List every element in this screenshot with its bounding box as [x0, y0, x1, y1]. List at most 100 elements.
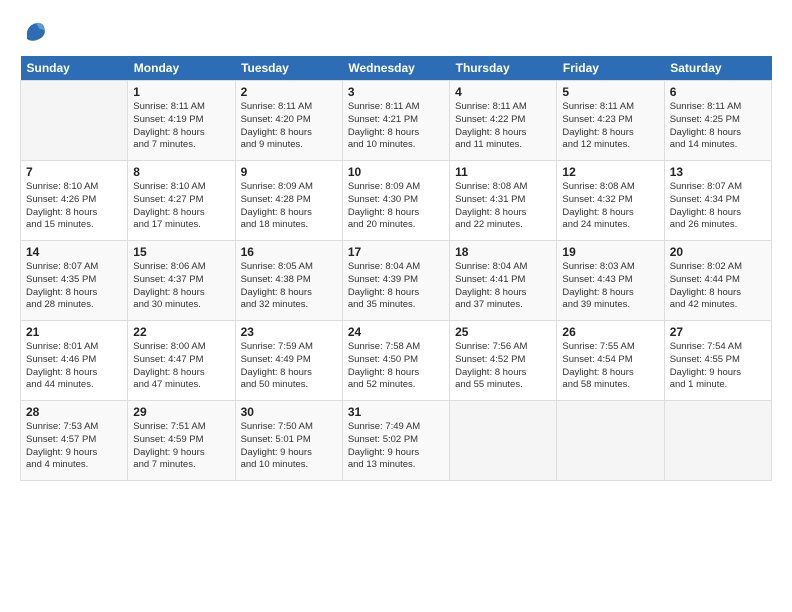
day-number: 14 [26, 245, 122, 259]
day-cell: 17Sunrise: 8:04 AMSunset: 4:39 PMDayligh… [342, 241, 449, 321]
week-row-2: 7Sunrise: 8:10 AMSunset: 4:26 PMDaylight… [21, 161, 772, 241]
logo-icon [20, 18, 48, 46]
day-number: 12 [562, 165, 658, 179]
logo [20, 18, 52, 46]
day-cell: 9Sunrise: 8:09 AMSunset: 4:28 PMDaylight… [235, 161, 342, 241]
day-cell [557, 401, 664, 481]
day-info: Sunrise: 8:06 AMSunset: 4:37 PMDaylight:… [133, 261, 229, 312]
day-cell: 18 Sunrise: 8:04 AMSunset: 4:41 PMDayligh… [450, 241, 557, 321]
day-number: 16 [241, 245, 337, 259]
day-number: 5 [562, 85, 658, 99]
day-cell: 24 Sunrise: 7:58 AMSunset: 4:50 PMDayligh… [342, 321, 449, 401]
day-number: 27 [670, 325, 766, 339]
day-cell: 6 Sunrise: 8:11 AMSunset: 4:25 PMDaylight… [664, 81, 771, 161]
day-number: 8 [133, 165, 229, 179]
day-info: Sunrise: 8:09 AMSunset: 4:28 PMDaylight:… [241, 181, 337, 232]
day-info: Sunrise: 8:04 AMSunset: 4:39 PMDaylight:… [348, 261, 444, 312]
day-cell: 30Sunrise: 7:50 AMSunset: 5:01 PMDayligh… [235, 401, 342, 481]
day-info: Sunrise: 7:49 AMSunset: 5:02 PMDaylight:… [348, 421, 444, 472]
day-number: 30 [241, 405, 337, 419]
day-info: Sunrise: 7:54 AMSunset: 4:55 PMDaylight:… [670, 341, 766, 392]
day-number: 20 [670, 245, 766, 259]
day-cell: 2 Sunrise: 8:11 AMSunset: 4:20 PMDaylight… [235, 81, 342, 161]
day-number: 4 [455, 85, 551, 99]
day-info: Sunrise: 7:55 AMSunset: 4:54 PMDaylight:… [562, 341, 658, 392]
day-cell: 29 Sunrise: 7:51 AMSunset: 4:59 PMDayligh… [128, 401, 235, 481]
day-info: Sunrise: 8:08 AMSunset: 4:32 PMDaylight:… [562, 181, 658, 232]
day-cell [450, 401, 557, 481]
day-number: 25 [455, 325, 551, 339]
day-cell: 8 Sunrise: 8:10 AMSunset: 4:27 PMDaylight… [128, 161, 235, 241]
weekday-header-friday: Friday [557, 56, 664, 81]
page: SundayMondayTuesdayWednesdayThursdayFrid… [0, 0, 792, 612]
day-number: 10 [348, 165, 444, 179]
day-cell: 31 Sunrise: 7:49 AMSunset: 5:02 PMDayligh… [342, 401, 449, 481]
day-info: Sunrise: 8:09 AMSunset: 4:30 PMDaylight:… [348, 181, 444, 232]
day-info: Sunrise: 7:59 AMSunset: 4:49 PMDaylight:… [241, 341, 337, 392]
day-info: Sunrise: 8:11 AMSunset: 4:19 PMDaylight:… [133, 101, 229, 152]
week-row-3: 14Sunrise: 8:07 AMSunset: 4:35 PMDayligh… [21, 241, 772, 321]
weekday-header-tuesday: Tuesday [235, 56, 342, 81]
weekday-header-saturday: Saturday [664, 56, 771, 81]
day-info: Sunrise: 8:07 AMSunset: 4:34 PMDaylight:… [670, 181, 766, 232]
day-cell: 1Sunrise: 8:11 AMSunset: 4:19 PMDaylight… [128, 81, 235, 161]
day-number: 11 [455, 165, 551, 179]
weekday-header-monday: Monday [128, 56, 235, 81]
weekday-header-row: SundayMondayTuesdayWednesdayThursdayFrid… [21, 56, 772, 81]
week-row-5: 28 Sunrise: 7:53 AMSunset: 4:57 PMDayligh… [21, 401, 772, 481]
day-info: Sunrise: 7:58 AMSunset: 4:50 PMDaylight:… [348, 341, 444, 392]
day-cell [664, 401, 771, 481]
day-number: 2 [241, 85, 337, 99]
day-info: Sunrise: 8:11 AMSunset: 4:20 PMDaylight:… [241, 101, 337, 152]
day-cell: 10 Sunrise: 8:09 AMSunset: 4:30 PMDayligh… [342, 161, 449, 241]
day-info: Sunrise: 8:11 AMSunset: 4:22 PMDaylight:… [455, 101, 551, 152]
day-number: 18 [455, 245, 551, 259]
day-cell: 28 Sunrise: 7:53 AMSunset: 4:57 PMDayligh… [21, 401, 128, 481]
day-cell: 20 Sunrise: 8:02 AMSunset: 4:44 PMDayligh… [664, 241, 771, 321]
day-cell: 27 Sunrise: 7:54 AMSunset: 4:55 PMDayligh… [664, 321, 771, 401]
day-info: Sunrise: 8:10 AMSunset: 4:26 PMDaylight:… [26, 181, 122, 232]
week-row-4: 21Sunrise: 8:01 AMSunset: 4:46 PMDayligh… [21, 321, 772, 401]
day-cell: 25 Sunrise: 7:56 AMSunset: 4:52 PMDayligh… [450, 321, 557, 401]
day-cell: 4 Sunrise: 8:11 AMSunset: 4:22 PMDaylight… [450, 81, 557, 161]
day-cell: 13Sunrise: 8:07 AMSunset: 4:34 PMDayligh… [664, 161, 771, 241]
day-number: 15 [133, 245, 229, 259]
day-number: 24 [348, 325, 444, 339]
weekday-header-sunday: Sunday [21, 56, 128, 81]
day-number: 19 [562, 245, 658, 259]
day-info: Sunrise: 8:03 AMSunset: 4:43 PMDaylight:… [562, 261, 658, 312]
day-cell: 11 Sunrise: 8:08 AMSunset: 4:31 PMDayligh… [450, 161, 557, 241]
day-cell: 12 Sunrise: 8:08 AMSunset: 4:32 PMDayligh… [557, 161, 664, 241]
calendar-table: SundayMondayTuesdayWednesdayThursdayFrid… [20, 56, 772, 481]
day-cell: 22 Sunrise: 8:00 AMSunset: 4:47 PMDayligh… [128, 321, 235, 401]
day-info: Sunrise: 8:05 AMSunset: 4:38 PMDaylight:… [241, 261, 337, 312]
day-info: Sunrise: 8:04 AMSunset: 4:41 PMDaylight:… [455, 261, 551, 312]
day-cell: 15 Sunrise: 8:06 AMSunset: 4:37 PMDayligh… [128, 241, 235, 321]
day-info: Sunrise: 8:02 AMSunset: 4:44 PMDaylight:… [670, 261, 766, 312]
day-info: Sunrise: 7:53 AMSunset: 4:57 PMDaylight:… [26, 421, 122, 472]
day-number: 6 [670, 85, 766, 99]
weekday-header-thursday: Thursday [450, 56, 557, 81]
day-info: Sunrise: 8:00 AMSunset: 4:47 PMDaylight:… [133, 341, 229, 392]
header [20, 18, 772, 46]
day-number: 31 [348, 405, 444, 419]
weekday-header-wednesday: Wednesday [342, 56, 449, 81]
day-cell: 21Sunrise: 8:01 AMSunset: 4:46 PMDayligh… [21, 321, 128, 401]
day-number: 22 [133, 325, 229, 339]
day-cell: 5Sunrise: 8:11 AMSunset: 4:23 PMDaylight… [557, 81, 664, 161]
day-number: 23 [241, 325, 337, 339]
day-number: 29 [133, 405, 229, 419]
day-info: Sunrise: 7:56 AMSunset: 4:52 PMDaylight:… [455, 341, 551, 392]
day-cell: 23 Sunrise: 7:59 AMSunset: 4:49 PMDayligh… [235, 321, 342, 401]
day-number: 21 [26, 325, 122, 339]
day-cell: 16 Sunrise: 8:05 AMSunset: 4:38 PMDayligh… [235, 241, 342, 321]
day-info: Sunrise: 7:51 AMSunset: 4:59 PMDaylight:… [133, 421, 229, 472]
day-number: 28 [26, 405, 122, 419]
day-info: Sunrise: 8:10 AMSunset: 4:27 PMDaylight:… [133, 181, 229, 232]
day-number: 26 [562, 325, 658, 339]
day-info: Sunrise: 8:11 AMSunset: 4:25 PMDaylight:… [670, 101, 766, 152]
day-cell: 3Sunrise: 8:11 AMSunset: 4:21 PMDaylight… [342, 81, 449, 161]
day-cell: 26 Sunrise: 7:55 AMSunset: 4:54 PMDayligh… [557, 321, 664, 401]
day-info: Sunrise: 8:08 AMSunset: 4:31 PMDaylight:… [455, 181, 551, 232]
day-cell: 19 Sunrise: 8:03 AMSunset: 4:43 PMDayligh… [557, 241, 664, 321]
